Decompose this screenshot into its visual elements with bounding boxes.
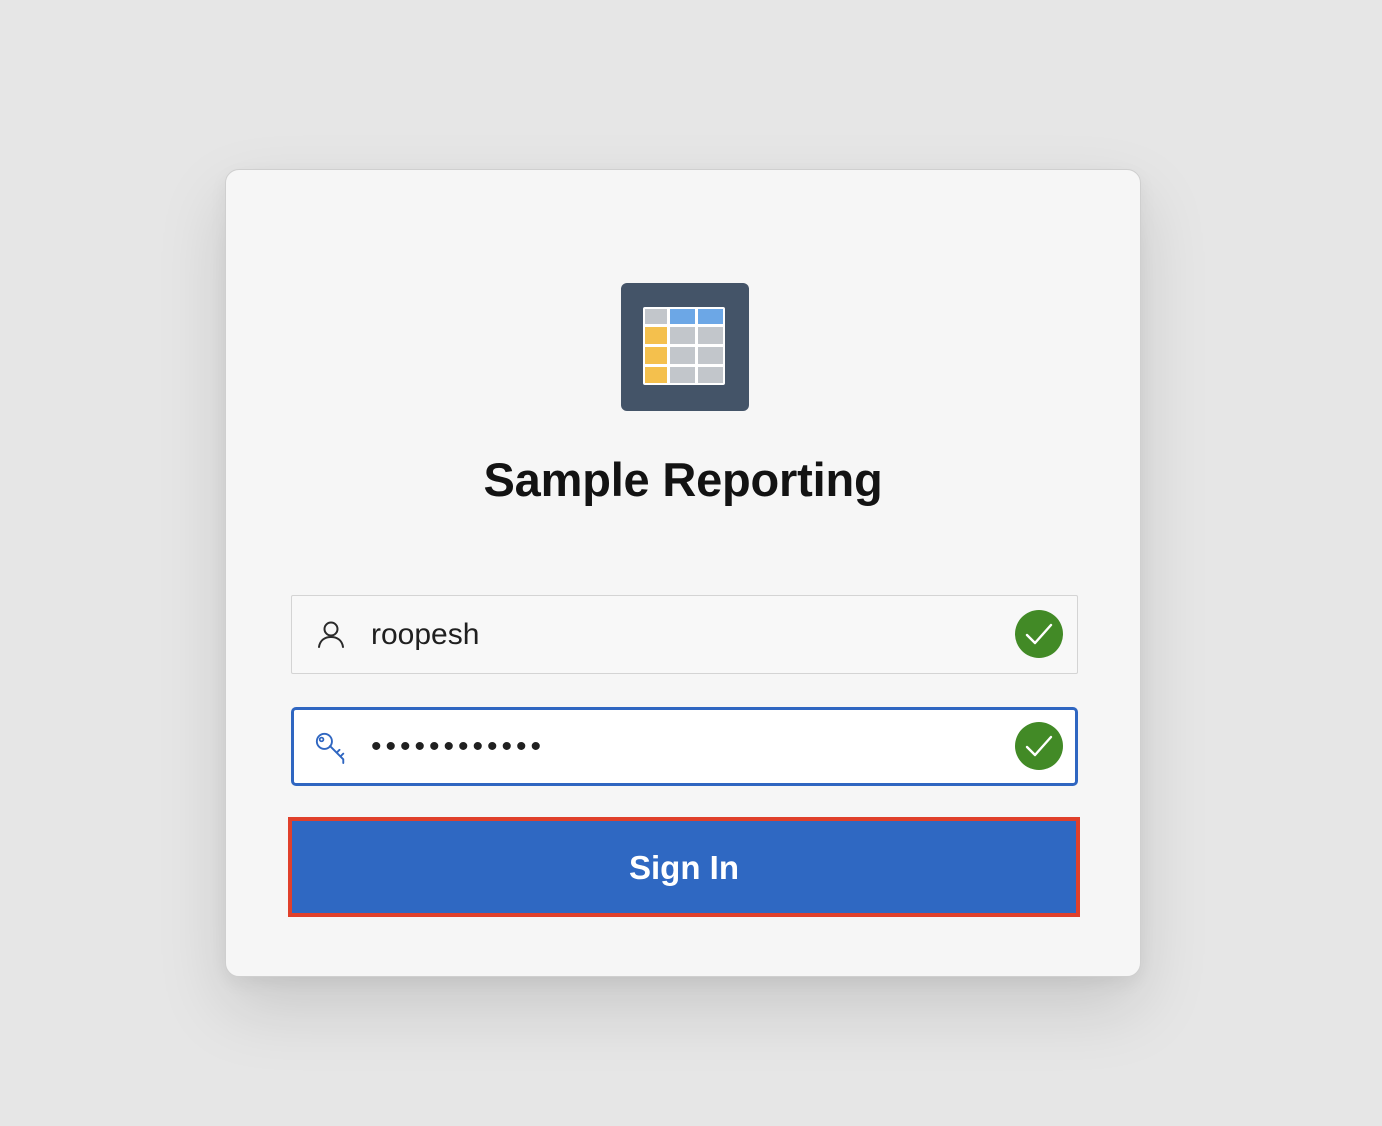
check-circle-icon — [1015, 722, 1063, 770]
username-input[interactable] — [371, 596, 991, 673]
login-card: Sample Reporting Sign In — [225, 169, 1141, 977]
password-input[interactable] — [371, 710, 991, 783]
key-icon — [315, 732, 345, 764]
app-title: Sample Reporting — [483, 453, 883, 506]
sign-in-button[interactable]: Sign In — [288, 817, 1080, 917]
password-field[interactable] — [291, 707, 1078, 786]
app-logo — [621, 283, 749, 411]
username-field[interactable] — [291, 595, 1078, 674]
check-circle-icon — [1015, 610, 1063, 658]
user-icon — [318, 621, 344, 648]
table-grid-icon — [643, 307, 725, 385]
